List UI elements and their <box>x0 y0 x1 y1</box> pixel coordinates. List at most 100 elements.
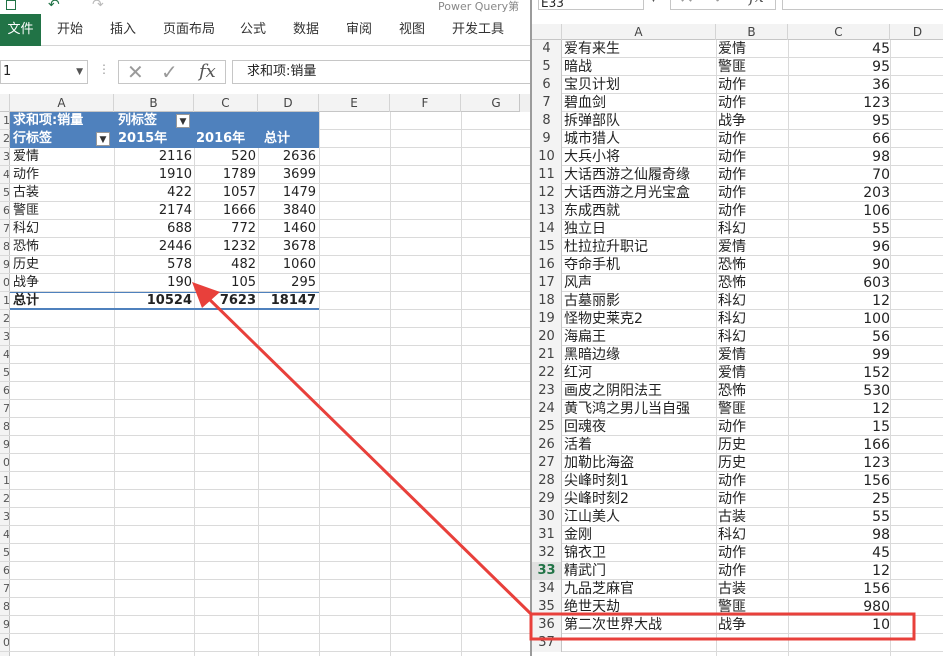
row-header[interactable]: 1 <box>0 112 9 130</box>
cell-sales[interactable]: 56 <box>788 328 890 346</box>
cell-genre[interactable]: 科幻 <box>718 292 788 310</box>
row-header[interactable]: 2 <box>0 490 9 508</box>
pivot-cell-total[interactable]: 3699 <box>258 166 316 184</box>
right-column-header-c[interactable]: C <box>788 24 890 40</box>
cell-title[interactable]: 黄飞鸿之男儿当自强 <box>564 400 716 418</box>
filter-dropdown-icon[interactable]: ▼ <box>176 114 190 128</box>
table-row[interactable]: 24 黄飞鸿之男儿当自强 警匪 12 <box>532 400 943 418</box>
chevron-down-icon[interactable]: ▼ <box>650 0 657 4</box>
pivot-row-name[interactable]: 爱情 <box>10 148 114 166</box>
row-header[interactable]: 4 <box>0 346 9 364</box>
cell-sales[interactable]: 530 <box>788 382 890 400</box>
cell-genre[interactable]: 战争 <box>718 112 788 130</box>
column-header-e[interactable]: E <box>319 94 390 112</box>
cell-title[interactable]: 大话西游之月光宝盒 <box>564 184 716 202</box>
row-header[interactable]: 8 <box>0 238 9 256</box>
row-header[interactable]: 5 <box>0 544 9 562</box>
row-header[interactable]: 2 <box>0 130 9 148</box>
column-header-a[interactable]: A <box>10 94 114 112</box>
cell-sales[interactable]: 36 <box>788 76 890 94</box>
pivot-row-name[interactable]: 历史 <box>10 256 114 274</box>
table-row[interactable]: 28 尖峰时刻1 动作 156 <box>532 472 943 490</box>
pivot-row-label[interactable]: 行标签 ▼ <box>10 130 114 148</box>
row-header[interactable]: 19 <box>532 310 562 328</box>
cell-title[interactable]: 宝贝计划 <box>564 76 716 94</box>
row-header[interactable]: 0 <box>0 634 9 652</box>
pivot-cell-total[interactable]: 1479 <box>258 184 316 202</box>
cell-sales[interactable]: 95 <box>788 112 890 130</box>
row-header[interactable]: 8 <box>0 418 9 436</box>
row-header[interactable]: 7 <box>532 94 562 112</box>
cell-title[interactable]: 风声 <box>564 274 716 292</box>
table-row[interactable]: 36 第二次世界大战 战争 10 <box>532 616 943 634</box>
pivot-cell-2016[interactable]: 105 <box>194 274 256 292</box>
cell-sales[interactable]: 90 <box>788 256 890 274</box>
table-row[interactable]: 35 绝世天劫 警匪 980 <box>532 598 943 616</box>
cell-genre[interactable]: 古装 <box>718 508 788 526</box>
pivot-cell-2016[interactable]: 1232 <box>194 238 256 256</box>
cell-sales[interactable]: 25 <box>788 490 890 508</box>
cell-genre[interactable]: 恐怖 <box>718 382 788 400</box>
row-header[interactable]: 24 <box>532 400 562 418</box>
row-header[interactable]: 30 <box>532 508 562 526</box>
cell-genre[interactable]: 动作 <box>718 544 788 562</box>
table-row[interactable]: 5 暗战 警匪 95 <box>532 58 943 76</box>
row-header[interactable]: 37 <box>532 634 562 652</box>
cell-sales[interactable]: 95 <box>788 58 890 76</box>
undo-icon[interactable]: ↶ <box>48 0 60 13</box>
right-column-header-d[interactable]: D <box>890 24 943 40</box>
cell-genre[interactable]: 警匪 <box>718 400 788 418</box>
cell-sales[interactable]: 96 <box>788 238 890 256</box>
cell-sales[interactable]: 55 <box>788 508 890 526</box>
row-header[interactable]: 7 <box>0 400 9 418</box>
cell-sales[interactable]: 12 <box>788 562 890 580</box>
cell-sales[interactable]: 10 <box>788 616 890 634</box>
table-row[interactable]: 18 古墓丽影 科幻 12 <box>532 292 943 310</box>
tab-view[interactable]: 视图 <box>399 14 425 46</box>
cell-genre[interactable]: 警匪 <box>718 598 788 616</box>
row-header[interactable]: 6 <box>0 202 9 220</box>
cell-genre[interactable]: 动作 <box>718 148 788 166</box>
table-row[interactable]: 37 <box>532 634 943 652</box>
cell-title[interactable]: 暗战 <box>564 58 716 76</box>
cell-sales[interactable]: 70 <box>788 166 890 184</box>
table-row[interactable]: 14 独立日 科幻 55 <box>532 220 943 238</box>
row-header[interactable]: 3 <box>0 508 9 526</box>
select-all-corner[interactable] <box>0 94 10 112</box>
row-header[interactable]: 3 <box>0 148 9 166</box>
cell-genre[interactable]: 动作 <box>718 202 788 220</box>
pivot-cell-2016[interactable]: 1666 <box>194 202 256 220</box>
cell-title[interactable]: 绝世天劫 <box>564 598 716 616</box>
right-select-all-corner[interactable] <box>532 24 562 40</box>
tab-home[interactable]: 开始 <box>57 14 83 46</box>
table-row[interactable]: 19 怪物史莱克2 科幻 100 <box>532 310 943 328</box>
row-header[interactable]: 11 <box>532 166 562 184</box>
name-box[interactable]: 1 ▼ <box>0 60 88 84</box>
cell-title[interactable]: 精武门 <box>564 562 716 580</box>
cell-title[interactable]: 九品芝麻官 <box>564 580 716 598</box>
table-row[interactable]: 6 宝贝计划 动作 36 <box>532 76 943 94</box>
row-header[interactable]: 0 <box>0 454 9 472</box>
table-row[interactable]: 33 精武门 动作 12 <box>532 562 943 580</box>
cell-genre[interactable]: 科幻 <box>718 526 788 544</box>
cell-sales[interactable]: 100 <box>788 310 890 328</box>
cell-title[interactable]: 金刚 <box>564 526 716 544</box>
table-row[interactable]: 8 拆弹部队 战争 95 <box>532 112 943 130</box>
row-header[interactable]: 25 <box>532 418 562 436</box>
pivot-cell-total[interactable]: 1060 <box>258 256 316 274</box>
pivot-cell-2015[interactable]: 2446 <box>114 238 192 256</box>
cell-sales[interactable]: 123 <box>788 454 890 472</box>
insert-function-icon[interactable]: fx <box>749 0 764 6</box>
cell-title[interactable]: 海扁王 <box>564 328 716 346</box>
row-header[interactable]: 14 <box>532 220 562 238</box>
pivot-cell-2015[interactable]: 1910 <box>114 166 192 184</box>
table-row[interactable]: 27 加勒比海盗 历史 123 <box>532 454 943 472</box>
row-header[interactable]: 5 <box>0 184 9 202</box>
row-header[interactable]: 33 <box>532 562 562 580</box>
row-header[interactable]: 27 <box>532 454 562 472</box>
table-row[interactable]: 34 九品芝麻官 古装 156 <box>532 580 943 598</box>
cell-sales[interactable]: 12 <box>788 400 890 418</box>
tab-review[interactable]: 审阅 <box>346 14 372 46</box>
enter-icon[interactable]: ✓ <box>161 61 178 83</box>
tab-insert[interactable]: 插入 <box>110 14 136 46</box>
